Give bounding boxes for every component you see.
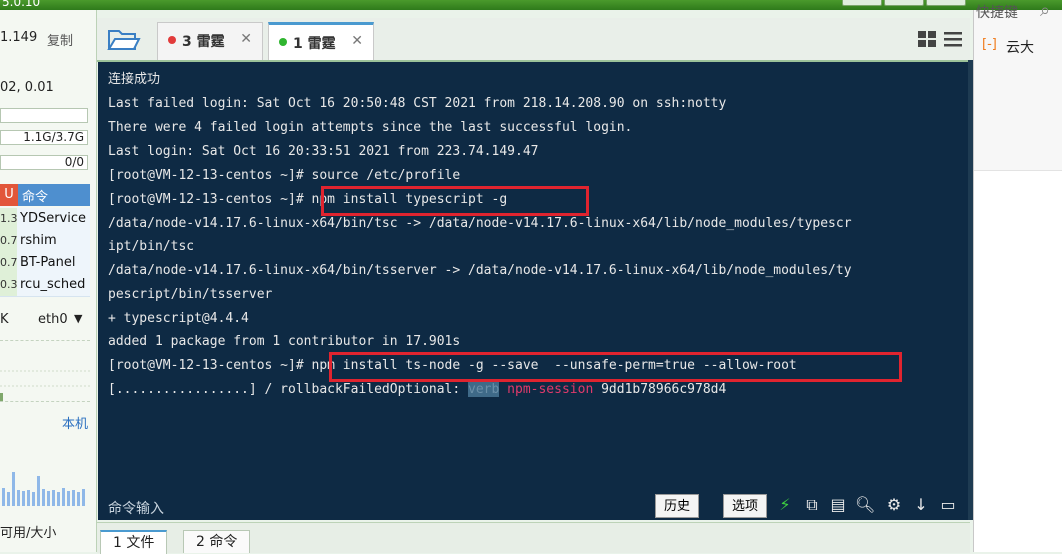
process-row[interactable]: 0.3 rcu_sched bbox=[0, 274, 90, 297]
log-level-label: verb bbox=[468, 382, 500, 397]
process-cpu: 1.3 bbox=[0, 208, 18, 230]
terminal-line: Last failed login: Sat Oct 16 20:50:48 C… bbox=[108, 96, 727, 111]
network-unit: K bbox=[0, 312, 9, 327]
process-name: rshim bbox=[20, 233, 57, 248]
load-average: 02, 0.01 bbox=[0, 80, 54, 95]
close-button[interactable] bbox=[926, 0, 966, 6]
app-version: 5.0.10 bbox=[2, 0, 41, 9]
maximize-button[interactable] bbox=[884, 0, 924, 6]
shortcut-text: 快捷键 bbox=[976, 5, 1018, 21]
side-panel-header: 快捷键 ⌕ [-] 云大 bbox=[974, 0, 1062, 171]
copy-icon[interactable]: ⧉ bbox=[802, 495, 822, 515]
process-cpu: 0.3 bbox=[0, 274, 18, 296]
terminal-line: Last login: Sat Oct 16 20:33:51 2021 fro… bbox=[108, 144, 539, 159]
tab-commands[interactable]: 2 命令 bbox=[183, 530, 251, 553]
local-link[interactable]: 本机 bbox=[0, 413, 88, 432]
minimize-button[interactable] bbox=[842, 0, 882, 6]
process-table-header: U 命令 bbox=[0, 184, 90, 206]
window-icon[interactable]: ▭ bbox=[938, 495, 958, 515]
system-monitor-panel: 1.149 复制 02, 0.01 1.1G/3.7G 0/0 U 命令 1.3… bbox=[0, 10, 97, 552]
tab-session-3[interactable]: 3 雷霆 ✕ bbox=[157, 22, 263, 60]
copy-button[interactable]: 复制 bbox=[47, 30, 73, 49]
network-graph bbox=[0, 340, 90, 402]
terminal-line: ipt/bin/tsc bbox=[108, 239, 195, 254]
tab-label: 1 雷霆 bbox=[293, 36, 336, 52]
close-icon[interactable]: ✕ bbox=[240, 31, 252, 47]
session-label: npm-session bbox=[507, 382, 594, 397]
search-icon[interactable]: 🔍︎ bbox=[855, 495, 875, 515]
network-row: K eth0 ▼ bbox=[0, 312, 90, 327]
progress-text: [.................] / rollbackFailedOpti… bbox=[108, 382, 469, 397]
command-input-bar: 命令输入 历史 选项 ⚡ ⧉ ▤ 🔍︎ ⚙ ↓ ▭ bbox=[98, 494, 968, 520]
process-cpu: 0.7 bbox=[0, 230, 18, 252]
process-name: rcu_sched bbox=[20, 277, 86, 292]
highlight-box bbox=[329, 352, 902, 382]
chevron-down-icon[interactable]: ▼ bbox=[74, 312, 82, 325]
paste-icon[interactable]: ▤ bbox=[828, 495, 848, 515]
process-row[interactable]: 1.3 YDService bbox=[0, 208, 90, 231]
memory-bar: 1.1G/3.7G bbox=[0, 130, 88, 145]
swap-bar: 0/0 bbox=[0, 155, 88, 170]
options-button[interactable]: 选项 bbox=[723, 494, 768, 518]
tab-label: 3 雷霆 bbox=[182, 34, 225, 50]
gear-icon[interactable]: ⚙ bbox=[884, 495, 904, 515]
terminal-line: added 1 package from 1 contributor in 17… bbox=[108, 334, 461, 349]
cloud-link[interactable]: 云大 bbox=[1006, 37, 1034, 57]
lightning-icon[interactable]: ⚡ bbox=[775, 495, 795, 515]
tab-files[interactable]: 1 文件 bbox=[100, 530, 168, 554]
process-row[interactable]: 0.7 rshim bbox=[0, 230, 90, 253]
command-input-field[interactable]: 命令输入 bbox=[108, 498, 164, 518]
session-id: 9dd1b78966c978d4 bbox=[593, 382, 727, 397]
terminal-line: pescript/bin/tsserver bbox=[108, 287, 273, 302]
close-icon[interactable]: ✕ bbox=[351, 33, 363, 49]
history-button[interactable]: 历史 bbox=[655, 494, 700, 518]
window-controls bbox=[842, 0, 972, 6]
highlight-box bbox=[321, 186, 589, 216]
terminal-output[interactable]: 连接成功 Last failed login: Sat Oct 16 20:50… bbox=[98, 62, 968, 520]
process-name: BT-Panel bbox=[20, 255, 76, 270]
disk-label: 可用/大小 bbox=[0, 526, 57, 541]
terminal-line: [root@VM-12-13-centos ~]# source /etc/pr… bbox=[108, 168, 461, 183]
folder-icon[interactable] bbox=[106, 24, 142, 54]
status-dot-icon bbox=[279, 38, 287, 46]
terminal-line: /data/node-v14.17.6-linux-x64/bin/tsserv… bbox=[108, 263, 852, 278]
ip-row: 1.149 复制 bbox=[0, 30, 90, 49]
status-dot-icon bbox=[168, 36, 176, 44]
cpu-column-header[interactable]: U bbox=[0, 184, 18, 206]
network-interface-select[interactable]: eth0 bbox=[38, 312, 68, 327]
network-graph-svg bbox=[0, 370, 90, 401]
browser-side-panel: 快捷键 ⌕ [-] 云大 bbox=[973, 0, 1062, 552]
terminal-line: There were 4 failed login attempts since… bbox=[108, 120, 633, 135]
process-name: YDService bbox=[20, 211, 86, 226]
terminal-line: 连接成功 bbox=[108, 72, 161, 87]
ip-address: 1.149 bbox=[0, 30, 38, 45]
latency-graph bbox=[0, 440, 90, 506]
menu-icon[interactable] bbox=[942, 28, 964, 50]
process-row[interactable]: 0.7 BT-Panel bbox=[0, 252, 90, 275]
cloud-logo-icon: [-] bbox=[982, 37, 997, 52]
terminal-line: + typescript@4.4.4 bbox=[108, 311, 249, 326]
command-column-header[interactable]: 命令 bbox=[22, 186, 48, 205]
tab-session-1[interactable]: 1 雷霆 ✕ bbox=[268, 22, 374, 60]
cpu-bar bbox=[0, 108, 88, 123]
search-icon[interactable]: ⌕ bbox=[1040, 0, 1050, 21]
download-icon[interactable]: ↓ bbox=[911, 495, 931, 515]
grid-view-icon[interactable] bbox=[916, 28, 938, 50]
process-cpu: 0.7 bbox=[0, 252, 18, 274]
